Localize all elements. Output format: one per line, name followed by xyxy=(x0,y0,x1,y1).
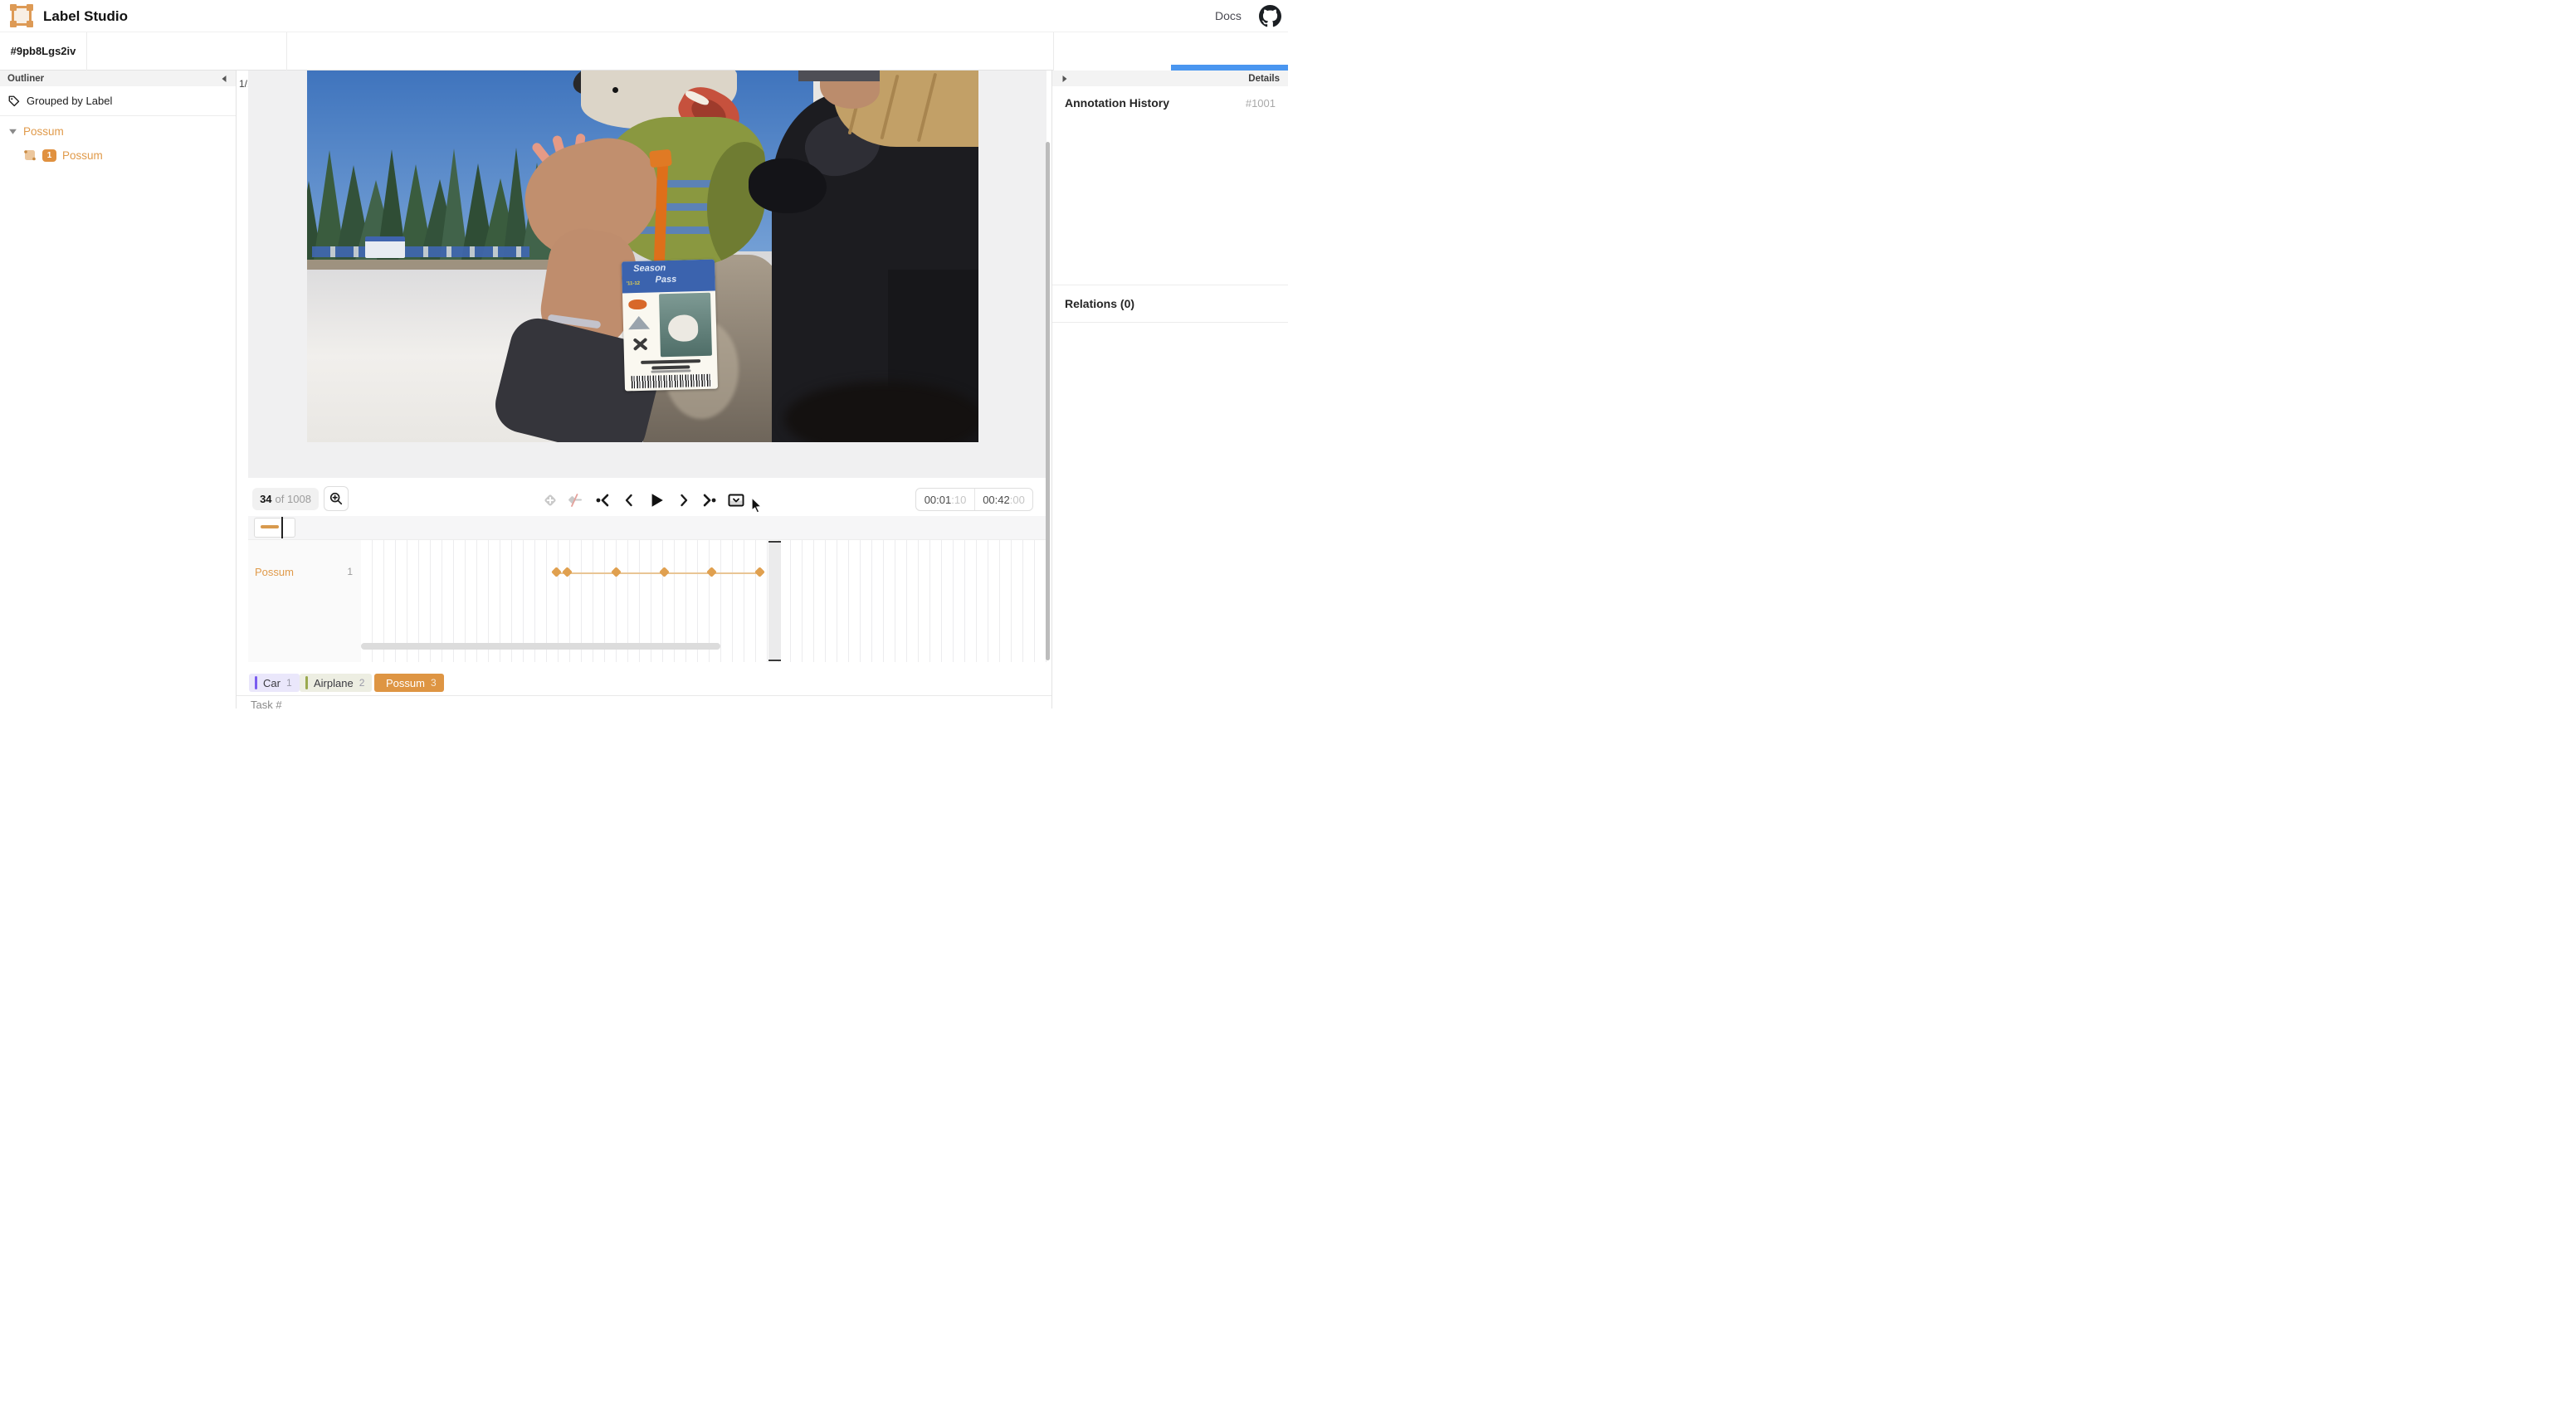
badge-text-line xyxy=(641,359,700,364)
details-title: Details xyxy=(1248,74,1280,84)
top-bar: Label Studio Docs xyxy=(0,0,1288,32)
person-goggles xyxy=(798,71,880,81)
badge-title: Season Pass '11-12 xyxy=(622,260,715,294)
region-thumb-icon xyxy=(23,149,37,162)
timeline-track-labels: Possum 1 xyxy=(248,540,361,662)
label-color-bar xyxy=(255,676,257,689)
video-hut xyxy=(365,236,405,258)
details-header: Details xyxy=(1052,71,1288,86)
badge-number xyxy=(651,369,690,373)
grouping-selector[interactable]: Grouped by Label xyxy=(0,86,236,116)
video-frame[interactable]: Season Pass '11-12 xyxy=(307,71,978,442)
remove-keyframe-button[interactable] xyxy=(564,490,584,510)
current-frame: 34 xyxy=(260,493,271,505)
github-icon[interactable] xyxy=(1259,5,1281,27)
annotation-history-section: Annotation History #1001 xyxy=(1052,86,1288,119)
possum-eye xyxy=(612,87,618,93)
keyframe-diamond[interactable] xyxy=(659,567,670,577)
outliner-title: Outliner xyxy=(7,74,220,84)
track-count: 1 xyxy=(347,566,353,577)
badge-logo xyxy=(628,299,646,310)
docs-link[interactable]: Docs xyxy=(1215,0,1242,32)
tree-expand-icon[interactable] xyxy=(8,127,17,136)
timeline-horizontal-scrollbar[interactable] xyxy=(361,643,720,650)
keyframe-diamond[interactable] xyxy=(562,567,573,577)
mouse-cursor xyxy=(751,497,766,514)
label-chip-car[interactable]: Car 1 xyxy=(249,674,300,692)
tree-group-label: Possum xyxy=(23,125,64,138)
grouping-label: Grouped by Label xyxy=(27,95,112,107)
keyframe-connector-line xyxy=(556,572,759,574)
label-studio-logo-icon[interactable] xyxy=(12,6,32,26)
label-hotkey: 3 xyxy=(431,677,437,689)
outliner-panel: Outliner Grouped by Label Possum 1 Possu… xyxy=(0,71,237,708)
duration-time-input[interactable]: 00:42:00 xyxy=(974,489,1032,510)
badge-dog-photo xyxy=(668,314,699,342)
label-hotkey: 1 xyxy=(286,677,292,689)
label-color-bar xyxy=(305,676,308,689)
badge-logo xyxy=(628,316,650,330)
tree-group-possum[interactable]: Possum xyxy=(8,125,64,138)
app-title: Label Studio xyxy=(43,0,128,32)
tag-icon xyxy=(7,95,20,107)
label-chip-airplane[interactable]: Airplane 2 xyxy=(300,674,372,692)
prev-frame-button[interactable] xyxy=(619,490,639,510)
task-id: #9pb8Lgs2iv xyxy=(0,32,86,71)
expand-panel-icon[interactable] xyxy=(1061,75,1069,83)
details-panel: Details Annotation History #1001 Relatio… xyxy=(1051,71,1288,708)
label-chip-possum[interactable]: Possum 3 xyxy=(374,674,444,692)
outliner-header: Outliner xyxy=(0,71,236,86)
zoom-in-button[interactable] xyxy=(324,486,349,511)
next-keyframe-button[interactable] xyxy=(699,490,719,510)
timeline-playhead[interactable] xyxy=(768,541,781,661)
tree-region-label: Possum xyxy=(62,149,103,162)
divider xyxy=(86,32,87,71)
minimap-playhead[interactable] xyxy=(281,517,283,538)
next-frame-button[interactable] xyxy=(674,490,694,510)
collapse-panel-icon[interactable] xyxy=(220,75,228,83)
total-frames: of 1008 xyxy=(276,493,311,505)
timeline-collapse-button[interactable] xyxy=(726,490,746,510)
frame-counter[interactable]: 34 of 1008 xyxy=(252,488,319,510)
badge-barcode xyxy=(632,374,711,389)
label-studio-app: Label Studio Docs #9pb8Lgs2iv AD Admin #… xyxy=(0,0,1288,708)
label-text: Airplane xyxy=(314,677,354,689)
keyframe-diamond[interactable] xyxy=(551,567,562,577)
vertical-scrollbar[interactable] xyxy=(1046,142,1050,660)
timeline-minimap-track[interactable] xyxy=(248,516,1046,539)
badge-lanyard xyxy=(649,149,672,168)
relations-section: Relations (0) xyxy=(1052,285,1288,323)
season-pass-badge: Season Pass '11-12 xyxy=(622,260,718,392)
tree-region-possum[interactable]: 1 Possum xyxy=(23,149,103,162)
keyframe-diamond[interactable] xyxy=(611,567,622,577)
add-keyframe-button[interactable] xyxy=(540,490,560,510)
task-footer-label: Task # xyxy=(251,699,282,708)
prev-keyframe-button[interactable] xyxy=(593,490,613,510)
time-inputs: 00:01:10 00:42:00 xyxy=(915,488,1033,511)
annotation-history-id: #1001 xyxy=(1246,97,1276,110)
video-ground xyxy=(307,258,556,270)
keyframe-diamond[interactable] xyxy=(706,567,717,577)
region-index-badge: 1 xyxy=(42,149,56,162)
badge-photo xyxy=(659,293,712,358)
annotation-history-label: Annotation History xyxy=(1065,96,1246,110)
relations-label: Relations (0) xyxy=(1065,297,1134,310)
play-button[interactable] xyxy=(646,490,666,510)
keyframe-diamond[interactable] xyxy=(754,567,765,577)
label-hotkey: 2 xyxy=(359,677,365,689)
minimap-keyframe-range xyxy=(261,525,279,528)
track-label[interactable]: Possum xyxy=(255,566,294,578)
position-time-input[interactable]: 00:01:10 xyxy=(916,489,974,510)
label-text: Car xyxy=(263,677,281,689)
timeline: Possum 1 xyxy=(248,539,1046,661)
video-fence xyxy=(312,246,529,257)
divider xyxy=(286,32,287,71)
annotation-toolbar: #9pb8Lgs2iv AD Admin #1001 created, 23 m… xyxy=(0,32,1288,71)
label-text: Possum xyxy=(386,677,425,689)
person-glove xyxy=(749,158,827,213)
